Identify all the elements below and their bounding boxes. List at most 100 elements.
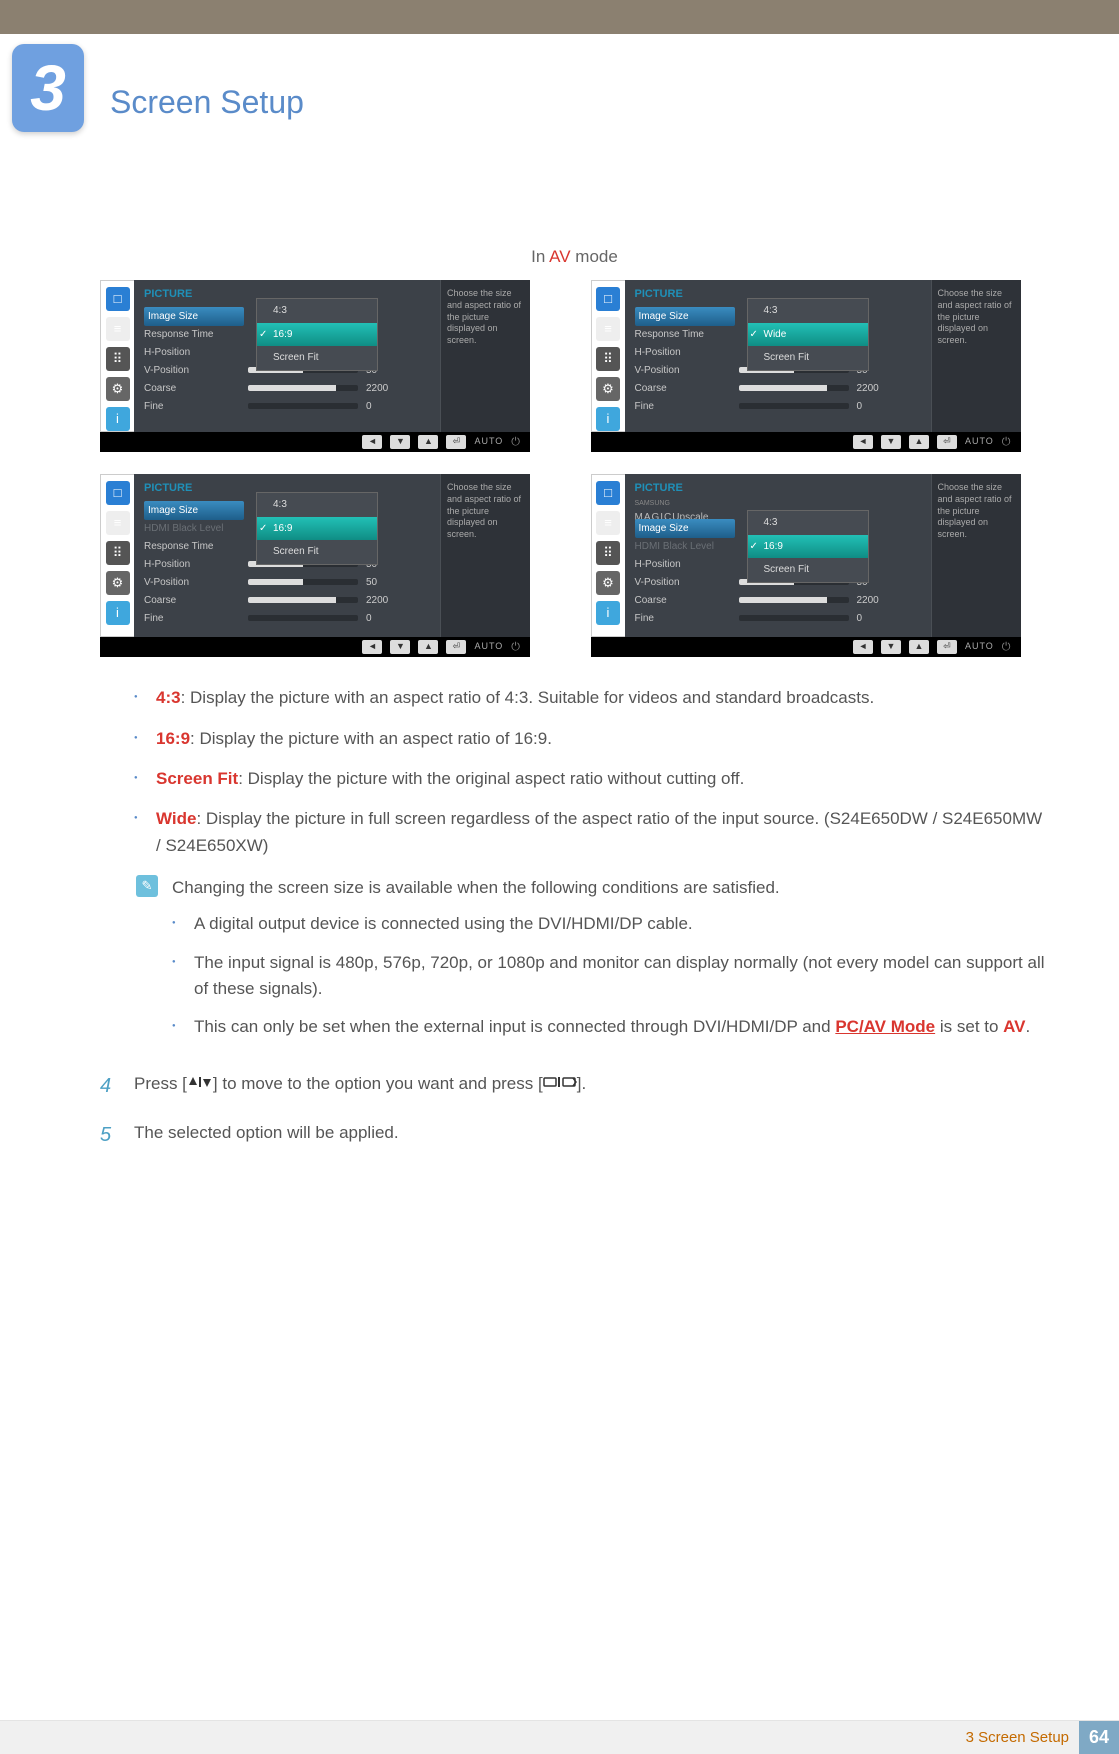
resize-icon[interactable]: ⠿ xyxy=(596,347,620,371)
osd-menu-item[interactable]: Coarse2200 xyxy=(625,379,931,397)
up-button[interactable]: ▲ xyxy=(909,435,929,449)
resize-icon[interactable]: ⠿ xyxy=(106,347,130,371)
list-icon[interactable]: ≡ xyxy=(106,511,130,535)
osd-button-bar: ◄ ▼ ▲ ⏎ AUTO ⏻ xyxy=(591,637,1021,657)
osd-panel: □≡⠿⚙iPICTURESAMSUNGMAGICUpscaleImage Siz… xyxy=(591,474,1021,657)
osd-button-bar: ◄ ▼ ▲ ⏎ AUTO ⏻ xyxy=(100,637,530,657)
list-icon[interactable]: ≡ xyxy=(106,317,130,341)
enter-button[interactable]: ⏎ xyxy=(446,435,466,449)
osd-panel: □≡⠿⚙iPICTUREImage SizeHDMI Black LevelRe… xyxy=(100,474,530,657)
enter-button[interactable]: ⏎ xyxy=(937,640,957,654)
slider-track[interactable] xyxy=(248,615,358,621)
monitor-icon[interactable]: □ xyxy=(106,481,130,505)
left-button[interactable]: ◄ xyxy=(362,435,382,449)
info-icon[interactable]: i xyxy=(106,601,130,625)
osd-menu-item[interactable]: Coarse 2200 xyxy=(134,379,440,397)
osd-menu-item[interactable]: Coarse2200 xyxy=(134,591,440,609)
slider-track[interactable] xyxy=(739,403,849,409)
osd-tab-icons: □ ≡ ⠿ ⚙ i xyxy=(100,280,134,432)
slider-track[interactable] xyxy=(248,597,358,603)
down-button[interactable]: ▼ xyxy=(881,435,901,449)
list-icon[interactable]: ≡ xyxy=(596,511,620,535)
osd-option[interactable]: 4:3 xyxy=(257,493,377,517)
osd-item-label: Coarse xyxy=(144,593,244,609)
osd-item-label: V-Position xyxy=(635,575,735,591)
down-button[interactable]: ▼ xyxy=(390,640,410,654)
up-button[interactable]: ▲ xyxy=(909,640,929,654)
left-button[interactable]: ◄ xyxy=(853,435,873,449)
left-button[interactable]: ◄ xyxy=(362,640,382,654)
osd-option[interactable]: 4:3 xyxy=(257,299,377,323)
info-icon[interactable]: i xyxy=(106,407,130,431)
note-box: ✎ Changing the screen size is available … xyxy=(136,875,1049,1053)
osd-option[interactable]: Screen Fit xyxy=(257,346,377,370)
osd-tab-icons: □ ≡ ⠿ ⚙ i xyxy=(591,280,625,432)
slider-track[interactable] xyxy=(739,597,849,603)
info-icon[interactable]: i xyxy=(596,601,620,625)
note-item: The input signal is 480p, 576p, 720p, or… xyxy=(172,950,1049,1003)
gear-icon[interactable]: ⚙ xyxy=(596,377,620,401)
osd-tab-icons: □ ≡ ⠿ ⚙ i xyxy=(100,474,134,637)
up-button[interactable]: ▲ xyxy=(418,640,438,654)
osd-menu-item[interactable]: Fine0 xyxy=(134,397,440,415)
osd-item-label: Image Size xyxy=(144,307,244,327)
enter-button[interactable]: ⏎ xyxy=(937,435,957,449)
gear-icon[interactable]: ⚙ xyxy=(106,571,130,595)
monitor-icon[interactable]: □ xyxy=(596,287,620,311)
pcav-mode-link[interactable]: PC/AV Mode xyxy=(835,1017,935,1036)
power-icon[interactable]: ⏻ xyxy=(511,434,520,451)
osd-item-label: Image Size xyxy=(144,501,244,521)
info-icon[interactable]: i xyxy=(596,407,620,431)
resize-icon[interactable]: ⠿ xyxy=(596,541,620,565)
gear-icon[interactable]: ⚙ xyxy=(596,571,620,595)
step-5: 5 The selected option will be applied. xyxy=(100,1120,1049,1151)
osd-menu-item[interactable]: Fine0 xyxy=(134,609,440,627)
monitor-icon[interactable]: □ xyxy=(106,287,130,311)
slider-track[interactable] xyxy=(739,385,849,391)
osd-menu-item[interactable]: Fine0 xyxy=(625,397,931,415)
chapter-badge: 3 xyxy=(12,44,84,132)
osd-menu-item[interactable]: V-Position50 xyxy=(134,573,440,591)
auto-button[interactable]: AUTO xyxy=(965,640,994,654)
osd-item-label: Coarse xyxy=(144,381,244,397)
auto-button[interactable]: AUTO xyxy=(474,435,503,449)
slider-track[interactable] xyxy=(248,385,358,391)
gear-icon[interactable]: ⚙ xyxy=(106,377,130,401)
osd-help-text: Choose the size and aspect ratio of the … xyxy=(440,280,530,432)
osd-option[interactable]: Screen Fit xyxy=(748,346,868,370)
list-icon[interactable]: ≡ xyxy=(596,317,620,341)
aspect-ratio-list: 4:3: Display the picture with an aspect … xyxy=(134,685,1049,859)
osd-option[interactable]: 4:3 xyxy=(748,511,868,535)
auto-button[interactable]: AUTO xyxy=(965,435,994,449)
option-desc: : Display the picture with the original … xyxy=(238,769,744,788)
monitor-icon[interactable]: □ xyxy=(596,481,620,505)
left-button[interactable]: ◄ xyxy=(853,640,873,654)
osd-option[interactable]: Screen Fit xyxy=(257,540,377,564)
slider-value: 50 xyxy=(366,575,377,591)
power-icon[interactable]: ⏻ xyxy=(1002,434,1011,451)
option-key: Screen Fit xyxy=(156,769,238,788)
osd-button-bar: ◄ ▼ ▲ ⏎ AUTO ⏻ xyxy=(100,432,530,452)
down-button[interactable]: ▼ xyxy=(390,435,410,449)
enter-button[interactable]: ⏎ xyxy=(446,640,466,654)
osd-option[interactable]: 4:3 xyxy=(748,299,868,323)
slider-track[interactable] xyxy=(248,579,358,585)
osd-item-label: H-Position xyxy=(635,345,735,361)
auto-button[interactable]: AUTO xyxy=(474,640,503,654)
osd-option[interactable]: 16:9 xyxy=(257,323,377,347)
slider-track[interactable] xyxy=(739,615,849,621)
resize-icon[interactable]: ⠿ xyxy=(106,541,130,565)
osd-option[interactable]: 16:9 xyxy=(748,535,868,559)
up-button[interactable]: ▲ xyxy=(418,435,438,449)
osd-option[interactable]: 16:9 xyxy=(257,517,377,541)
osd-menu-item[interactable]: Coarse2200 xyxy=(625,591,931,609)
osd-option[interactable]: Wide xyxy=(748,323,868,347)
step-num-4: 4 xyxy=(100,1071,118,1102)
osd-option[interactable]: Screen Fit xyxy=(748,558,868,582)
osd-menu-item[interactable]: Fine0 xyxy=(625,609,931,627)
power-icon[interactable]: ⏻ xyxy=(1002,639,1011,656)
slider-value: 2200 xyxy=(366,381,388,397)
down-button[interactable]: ▼ xyxy=(881,640,901,654)
slider-track[interactable] xyxy=(248,403,358,409)
power-icon[interactable]: ⏻ xyxy=(511,639,520,656)
